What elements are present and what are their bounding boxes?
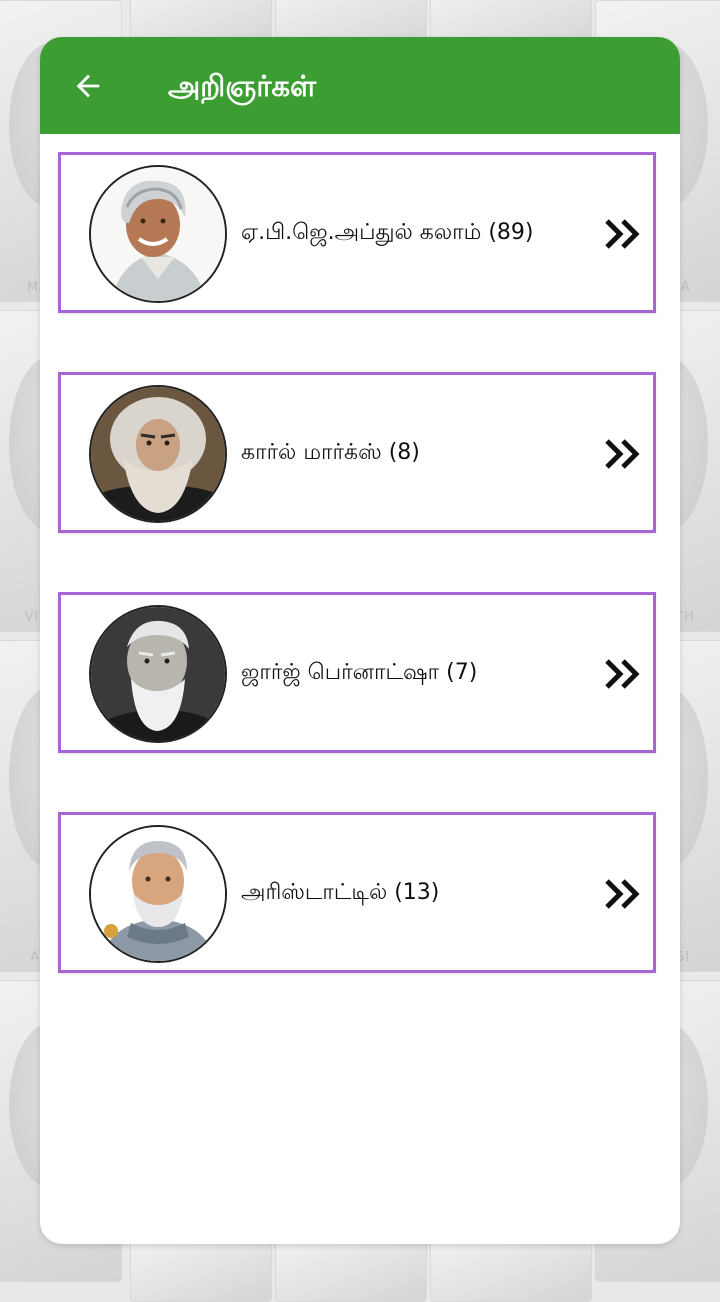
back-button[interactable] xyxy=(62,61,114,111)
page-title: அறிஞர்கள் xyxy=(168,69,317,103)
item-label: கார்ல் மார்க்ஸ் (8) xyxy=(241,440,420,465)
marx-avatar xyxy=(89,385,227,523)
double-chevron-right-icon[interactable] xyxy=(603,437,643,471)
item-label: அரிஸ்டாட்டில் (13) xyxy=(241,880,440,905)
double-chevron-right-icon[interactable] xyxy=(603,217,643,251)
app-bar: அறிஞர்கள் xyxy=(40,37,680,134)
double-chevron-right-icon[interactable] xyxy=(603,657,643,691)
shaw-avatar xyxy=(89,605,227,743)
list-item-shaw[interactable]: ஜார்ஜ் பெர்னாட்ஷா (7) xyxy=(58,592,656,753)
arrow-left-icon xyxy=(76,74,100,98)
item-label: ஜார்ஜ் பெர்னாட்ஷா (7) xyxy=(241,660,478,685)
item-label: ஏ.பி.ஜெ.அப்துல் கலாம் (89) xyxy=(241,220,534,245)
double-chevron-right-icon[interactable] xyxy=(603,877,643,911)
list-item-aristotle[interactable]: அரிஸ்டாட்டில் (13) xyxy=(58,812,656,973)
list-item-kalam[interactable]: ஏ.பி.ஜெ.அப்துல் கலாம் (89) xyxy=(58,152,656,313)
bg-portrait xyxy=(130,1240,272,1302)
list-item-marx[interactable]: கார்ல் மார்க்ஸ் (8) xyxy=(58,372,656,533)
bg-portrait xyxy=(430,1240,592,1302)
bg-portrait xyxy=(275,1240,427,1302)
aristotle-avatar xyxy=(89,825,227,963)
main-card: அறிஞர்கள் ஏ.பி.ஜெ.அப்துல் கலாம் (89) கார… xyxy=(40,37,680,1244)
kalam-avatar xyxy=(89,165,227,303)
